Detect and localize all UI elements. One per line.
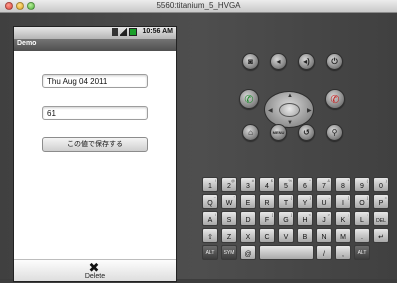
- key-h[interactable]: H <: [297, 211, 313, 226]
- app-content: Thu Aug 04 2011 61 この値で保存する: [14, 51, 176, 259]
- call-button[interactable]: ✆: [239, 89, 259, 109]
- battery-icon: [129, 28, 137, 36]
- status-clock: 10:56 AM: [142, 28, 173, 35]
- key-space[interactable]: [259, 245, 314, 260]
- dpad-left-icon[interactable]: ◀: [268, 107, 273, 114]
- key-t[interactable]: T{: [278, 194, 294, 209]
- key-k[interactable]: K;: [335, 211, 351, 226]
- signal-icon: [120, 28, 127, 36]
- key-e[interactable]: E ´: [240, 194, 256, 209]
- window-title: 5560:titanium_5_HVGA: [156, 1, 241, 10]
- key-alt-left[interactable]: ALT: [202, 245, 218, 260]
- volume-down-button[interactable]: ◂: [270, 53, 287, 70]
- app-title: Demo: [17, 40, 37, 47]
- key-0[interactable]: 0): [373, 177, 389, 192]
- key-alt-right[interactable]: ALT: [354, 245, 370, 260]
- dpad-down-icon[interactable]: ▼: [287, 120, 293, 126]
- dpad-center-button[interactable]: [279, 103, 300, 117]
- key-x[interactable]: X: [240, 228, 256, 243]
- save-value-button[interactable]: この値で保存する: [42, 137, 148, 152]
- camera-button[interactable]: ◙: [242, 53, 259, 70]
- power-button[interactable]: ⏻: [326, 53, 343, 70]
- key-at[interactable]: @: [240, 245, 256, 260]
- app-title-bar: Demo: [14, 39, 176, 51]
- key-w[interactable]: W ": [221, 194, 237, 209]
- key-5[interactable]: 5%: [278, 177, 294, 192]
- key-m[interactable]: M: [335, 228, 351, 243]
- key-2[interactable]: 2 @: [221, 177, 237, 192]
- key-slash[interactable]: /: [316, 245, 332, 260]
- key-j[interactable]: J >: [316, 211, 332, 226]
- title-bar: 5560:titanium_5_HVGA: [0, 0, 397, 13]
- key-1[interactable]: 1!: [202, 177, 218, 192]
- date-field[interactable]: Thu Aug 04 2011: [42, 74, 148, 88]
- dpad-up-icon[interactable]: ▲: [287, 93, 293, 99]
- emulator-window: 5560:titanium_5_HVGA 10:56 AM Demo Thu A…: [0, 0, 397, 282]
- key-v[interactable]: V: [278, 228, 294, 243]
- volume-down-icon: ◂: [276, 57, 281, 66]
- sim-icon: [112, 28, 118, 36]
- phone-screen: 10:56 AM Demo Thu Aug 04 2011 61 この値で保存す…: [13, 26, 177, 282]
- key-y[interactable]: Y}: [297, 194, 313, 209]
- key-enter[interactable]: ↵: [373, 228, 389, 243]
- delete-button[interactable]: ✖ Delete: [14, 259, 176, 281]
- key-i[interactable]: I[: [335, 194, 351, 209]
- key-6[interactable]: 6 ^: [297, 177, 313, 192]
- key-r[interactable]: R: [259, 194, 275, 209]
- search-button[interactable]: ⚲: [326, 124, 343, 141]
- key-period[interactable]: .: [354, 228, 370, 243]
- camera-icon: ◙: [248, 57, 253, 66]
- dpad[interactable]: ▲ ▼ ◀ ▶: [264, 91, 314, 128]
- key-z[interactable]: Z: [221, 228, 237, 243]
- volume-up-icon: ◂): [303, 57, 310, 66]
- key-7[interactable]: 7 &: [316, 177, 332, 192]
- home-icon: ⌂: [248, 128, 253, 137]
- key-n[interactable]: N: [316, 228, 332, 243]
- dpad-right-icon[interactable]: ▶: [307, 107, 312, 114]
- key-8[interactable]: 8 *: [335, 177, 351, 192]
- menu-label: MENU: [272, 130, 285, 135]
- key-shift[interactable]: ⇧: [202, 228, 218, 243]
- key-p[interactable]: P =: [373, 194, 389, 209]
- home-button[interactable]: ⌂: [242, 124, 259, 141]
- key-a[interactable]: A \: [202, 211, 218, 226]
- key-del[interactable]: DEL: [373, 211, 389, 226]
- key-o[interactable]: O]: [354, 194, 370, 209]
- volume-up-button[interactable]: ◂): [298, 53, 315, 70]
- key-comma[interactable]: ,: [335, 245, 351, 260]
- key-4[interactable]: 4 $: [259, 177, 275, 192]
- key-u[interactable]: U-: [316, 194, 332, 209]
- key-c[interactable]: C: [259, 228, 275, 243]
- search-icon: ⚲: [331, 128, 338, 137]
- status-bar: 10:56 AM: [14, 27, 176, 39]
- hardware-keyboard: 1! 2 @3 #4 $5% 6 ^ 7 & 8 * 9(0) Q ~ W " E ´ R T{Y} U - I[O] P = A…: [198, 177, 390, 283]
- key-g[interactable]: G]: [278, 211, 294, 226]
- back-icon: ↺: [303, 128, 310, 137]
- end-call-icon: ✆: [330, 93, 340, 106]
- phone-call-icon: ✆: [244, 93, 254, 106]
- power-icon: ⏻: [331, 56, 338, 66]
- key-d[interactable]: D: [240, 211, 256, 226]
- number-field[interactable]: 61: [42, 106, 148, 120]
- emulator-body: 10:56 AM Demo Thu Aug 04 2011 61 この値で保存す…: [0, 13, 397, 282]
- key-s[interactable]: S: [221, 211, 237, 226]
- key-f[interactable]: F[: [259, 211, 275, 226]
- key-sym[interactable]: SYM: [221, 245, 237, 260]
- back-button[interactable]: ↺: [298, 124, 315, 141]
- key-l[interactable]: L:: [354, 211, 370, 226]
- menu-button[interactable]: MENU: [270, 124, 287, 141]
- key-9[interactable]: 9(: [354, 177, 370, 192]
- key-q[interactable]: Q ~: [202, 194, 218, 209]
- end-call-button[interactable]: ✆: [325, 89, 345, 109]
- key-b[interactable]: B: [297, 228, 313, 243]
- key-3[interactable]: 3 #: [240, 177, 256, 192]
